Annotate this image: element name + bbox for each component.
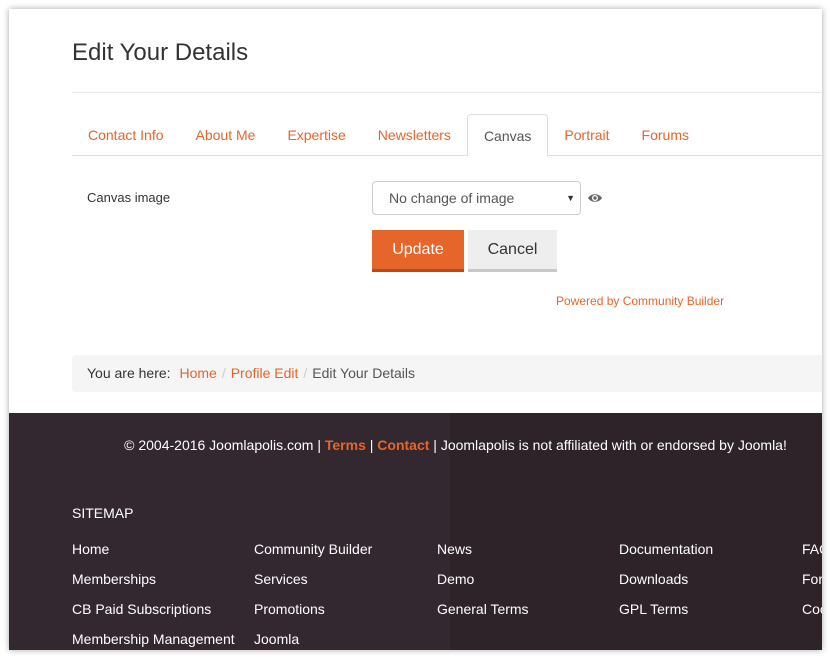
eye-icon[interactable] bbox=[587, 191, 603, 205]
sitemap-link-demo[interactable]: Demo bbox=[437, 571, 529, 601]
sitemap-link-promotions[interactable]: Promotions bbox=[254, 601, 372, 631]
powered-by-link[interactable]: Powered by Community Builder bbox=[556, 294, 724, 308]
copyright-separator: | bbox=[369, 437, 374, 453]
caret-down-icon: ▼ bbox=[566, 193, 575, 203]
sitemap-column-2: Community Builder Services Promotions Jo… bbox=[254, 541, 372, 650]
profile-tabs: Contact Info About Me Expertise Newslett… bbox=[72, 114, 822, 157]
site-footer: © 2004-2016 Joomlapolis.com | Terms | Co… bbox=[9, 413, 822, 650]
sitemap-link-services[interactable]: Services bbox=[254, 571, 372, 601]
breadcrumb-current: Edit Your Details bbox=[312, 365, 416, 381]
contact-link[interactable]: Contact bbox=[377, 437, 429, 453]
page-frame: Edit Your Details Contact Info About Me … bbox=[9, 9, 822, 650]
disclaimer-text: | Joomlapolis is not affiliated with or … bbox=[433, 437, 787, 453]
sitemap-link-home[interactable]: Home bbox=[72, 541, 235, 571]
breadcrumb-home-link[interactable]: Home bbox=[179, 365, 216, 381]
breadcrumb-prefix: You are here: bbox=[87, 365, 171, 381]
sitemap-link-for[interactable]: For bbox=[802, 571, 822, 601]
sitemap-link-community-builder[interactable]: Community Builder bbox=[254, 541, 372, 571]
breadcrumb-separator: / bbox=[221, 365, 226, 381]
sitemap-column-1: Home Memberships CB Paid Subscriptions M… bbox=[72, 541, 235, 650]
sitemap-link-general-terms[interactable]: General Terms bbox=[437, 601, 529, 631]
sitemap-column-4: Documentation Downloads GPL Terms bbox=[619, 541, 713, 631]
page-title: Edit Your Details bbox=[72, 39, 249, 66]
breadcrumb-profile-edit-link[interactable]: Profile Edit bbox=[231, 365, 299, 381]
sitemap-heading: SITEMAP bbox=[72, 505, 134, 521]
sitemap-link-membership-management[interactable]: Membership Management bbox=[72, 631, 235, 650]
tab-forums[interactable]: Forums bbox=[626, 114, 705, 156]
sitemap-column-5: FAQ For Coo bbox=[802, 541, 822, 631]
sitemap-link-cb-paid-subscriptions[interactable]: CB Paid Subscriptions bbox=[72, 601, 235, 631]
sitemap-link-downloads[interactable]: Downloads bbox=[619, 571, 713, 601]
sitemap-column-3: News Demo General Terms bbox=[437, 541, 529, 631]
breadcrumb-separator: / bbox=[303, 365, 308, 381]
sitemap-link-coo[interactable]: Coo bbox=[802, 601, 822, 631]
tab-about-me[interactable]: About Me bbox=[180, 114, 272, 156]
sitemap-link-faq[interactable]: FAQ bbox=[802, 541, 822, 571]
tab-newsletters[interactable]: Newsletters bbox=[362, 114, 467, 156]
tab-expertise[interactable]: Expertise bbox=[271, 114, 361, 156]
canvas-image-select-value: No change of image bbox=[389, 190, 515, 206]
tab-portrait[interactable]: Portrait bbox=[548, 114, 625, 156]
update-button[interactable]: Update bbox=[372, 230, 464, 272]
copyright-text: © 2004-2016 Joomlapolis.com | bbox=[124, 437, 321, 453]
tab-canvas[interactable]: Canvas bbox=[466, 114, 549, 157]
sitemap-link-memberships[interactable]: Memberships bbox=[72, 571, 235, 601]
terms-link[interactable]: Terms bbox=[325, 437, 366, 453]
breadcrumb: You are here: Home / Profile Edit / Edit You… bbox=[72, 355, 822, 392]
cancel-button[interactable]: Cancel bbox=[468, 230, 557, 272]
copyright-line: © 2004-2016 Joomlapolis.com | Terms | Co… bbox=[9, 437, 822, 453]
sitemap-link-news[interactable]: News bbox=[437, 541, 529, 571]
canvas-image-label: Canvas image bbox=[87, 190, 171, 205]
divider bbox=[72, 92, 822, 93]
tab-contact-info[interactable]: Contact Info bbox=[72, 114, 180, 156]
sitemap-link-documentation[interactable]: Documentation bbox=[619, 541, 713, 571]
canvas-image-select[interactable]: No change of image ▼ bbox=[372, 181, 581, 215]
sitemap-link-joomla[interactable]: Joomla bbox=[254, 631, 372, 650]
sitemap-link-gpl-terms[interactable]: GPL Terms bbox=[619, 601, 713, 631]
